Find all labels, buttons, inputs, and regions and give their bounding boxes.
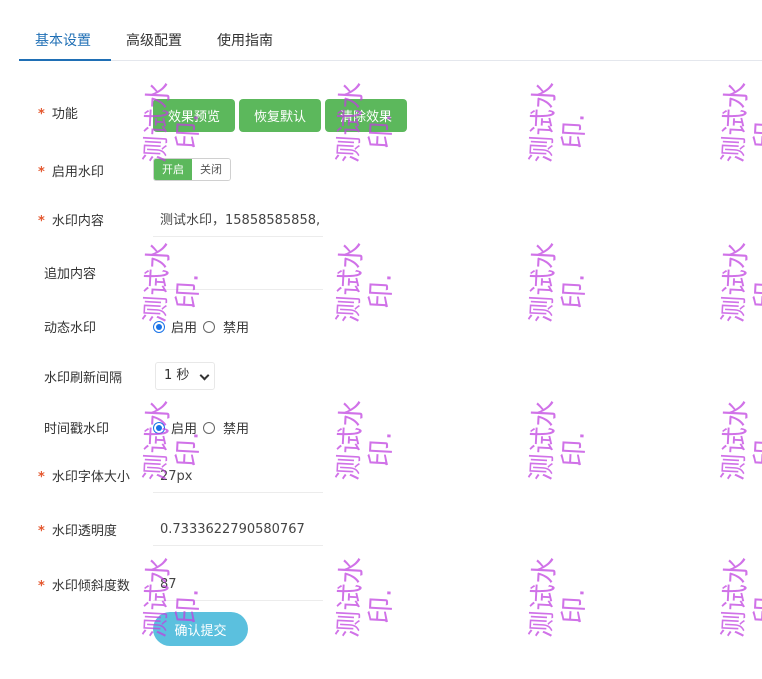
chevron-down-icon [199, 370, 210, 381]
toggle-off-option[interactable]: 关闭 [192, 159, 230, 180]
watermark-content-label: * 水印内容 [38, 214, 104, 229]
append-content-label: 追加内容 [44, 267, 97, 282]
refresh-interval-label: 水印刷新间隔 [44, 371, 123, 386]
tilt-angle-label: * 水印倾斜度数 [38, 579, 130, 594]
enable-watermark-label: * 启用水印 [38, 165, 104, 180]
restore-default-button[interactable]: 恢复默认 [239, 99, 321, 132]
timestamp-disable-option[interactable]: 禁用 [203, 418, 249, 437]
radio-checked-icon[interactable] [153, 421, 165, 434]
watermark-settings-form: * 功能 效果预览 恢复默认 清除效果 * 启用水印 开启 关闭 * 水印内容 测试水… [0, 0, 762, 679]
refresh-interval-value: 1 秒 [164, 368, 190, 383]
font-size-input[interactable]: 27px [153, 461, 323, 493]
submit-button[interactable]: 确认提交 [153, 612, 248, 646]
toggle-on-option[interactable]: 开启 [154, 159, 192, 180]
enable-watermark-toggle[interactable]: 开启 关闭 [153, 158, 231, 181]
dynamic-watermark-label: 动态水印 [44, 321, 97, 336]
timestamp-enable-option[interactable]: 启用 [153, 418, 197, 437]
watermark-content-input[interactable]: 测试水印，15858585858, [153, 205, 323, 237]
feature-label: * 功能 [38, 107, 78, 122]
append-content-input[interactable] [153, 258, 323, 290]
radio-checked-icon[interactable] [153, 320, 165, 333]
radio-unchecked-icon[interactable] [203, 320, 216, 333]
dynamic-disable-option[interactable]: 禁用 [203, 317, 249, 336]
clear-effect-button[interactable]: 清除效果 [325, 99, 407, 132]
opacity-input[interactable]: 0.7333622790580767 [153, 514, 323, 546]
dynamic-enable-option[interactable]: 启用 [153, 317, 197, 336]
font-size-label: * 水印字体大小 [38, 470, 130, 485]
dynamic-watermark-radio-group: 启用 禁用 [153, 317, 251, 336]
timestamp-watermark-radio-group: 启用 禁用 [153, 418, 251, 437]
radio-unchecked-icon[interactable] [203, 421, 216, 434]
preview-effect-button[interactable]: 效果预览 [153, 99, 235, 132]
opacity-label: * 水印透明度 [38, 524, 117, 539]
refresh-interval-select[interactable]: 1 秒 [155, 362, 215, 390]
tilt-angle-input[interactable]: 87 [153, 569, 323, 601]
timestamp-watermark-label: 时间戳水印 [44, 422, 110, 437]
